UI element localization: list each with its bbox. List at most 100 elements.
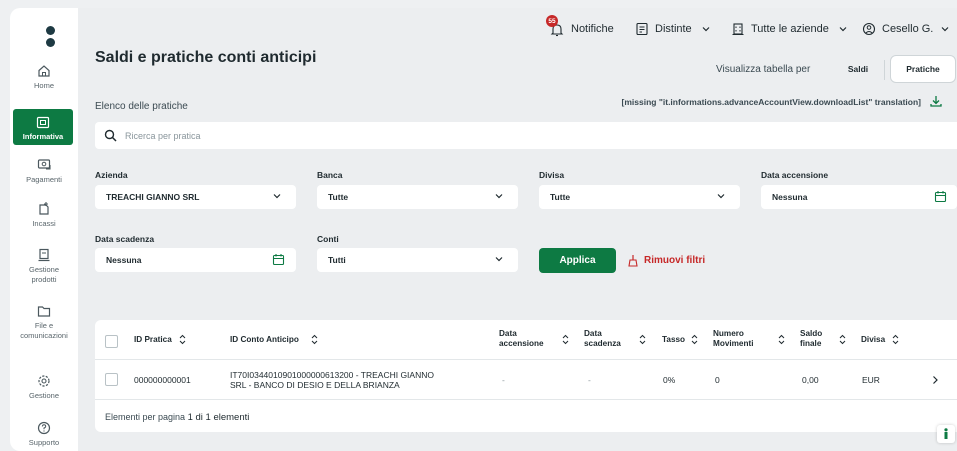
- document-list-icon: [636, 22, 648, 36]
- notifications-button[interactable]: Notifiche: [549, 20, 614, 38]
- sort-icon[interactable]: [639, 334, 646, 345]
- sort-icon[interactable]: [562, 334, 569, 345]
- sidebar-item-label: Gestione prodotti: [28, 265, 60, 284]
- sidebar-item-home[interactable]: Home: [10, 64, 78, 90]
- sort-icon[interactable]: [691, 334, 698, 345]
- user-menu[interactable]: Cesello G.: [862, 20, 956, 38]
- column-header-line: Numero: [713, 329, 744, 338]
- download-icon[interactable]: [929, 94, 943, 108]
- column-header-tasso[interactable]: Tasso: [662, 335, 685, 345]
- calendar-icon[interactable]: [272, 253, 285, 266]
- filter-conti-value: Tutti: [328, 255, 346, 265]
- sidebar-item-informativa[interactable]: Informativa: [13, 109, 73, 145]
- chevron-right-icon[interactable]: [931, 375, 939, 385]
- column-header-line: Saldo: [800, 329, 823, 338]
- sidebar-item-gestione[interactable]: Gestione: [10, 374, 78, 400]
- collections-icon: [39, 202, 49, 215]
- chevron-down-icon: [839, 27, 847, 32]
- help-icon: [37, 421, 51, 435]
- monitor-icon: [36, 116, 50, 129]
- distinte-dropdown[interactable]: Distinte: [635, 20, 717, 38]
- user-icon: [862, 22, 876, 36]
- page-title: Saldi e pratiche conti anticipi: [95, 49, 317, 66]
- column-header-data-scadenza[interactable]: Data scadenza: [584, 329, 621, 349]
- sidebar-item-label: Incassi: [32, 219, 56, 228]
- filter-divisa-value: Tutte: [550, 192, 571, 202]
- filter-data-accensione-label: Data accensione: [761, 170, 829, 180]
- chevron-down-icon: [702, 27, 710, 32]
- filter-divisa-label: Divisa: [539, 170, 565, 180]
- sidebar-item-incassi[interactable]: Incassi: [10, 201, 78, 228]
- sidebar-item-file-comunicazioni[interactable]: File e comunicazioni: [10, 305, 78, 341]
- cell-line: IT70I0344010901000000613200 - TREACHI GI…: [230, 370, 434, 380]
- filter-conti-select[interactable]: Tutti: [317, 248, 518, 272]
- cell-divisa: EUR: [862, 375, 880, 385]
- sidebar-item-gestione-prodotti[interactable]: Gestione prodotti: [10, 248, 78, 285]
- calendar-icon[interactable]: [934, 190, 947, 203]
- gear-icon: [38, 375, 50, 387]
- cell-movimenti: 0: [715, 375, 720, 385]
- cell-tasso: 0%: [663, 375, 676, 385]
- remove-filters-label: Rimuovi filtri: [644, 255, 706, 266]
- pratiche-table: ID Pratica ID Conto Anticipo Data accens…: [95, 320, 957, 432]
- column-header-line: finale: [800, 339, 822, 348]
- notifications-label: Notifiche: [571, 23, 614, 35]
- sidebar-item-pagamenti[interactable]: Pagamenti: [10, 158, 78, 184]
- view-option-pratiche[interactable]: Pratiche: [890, 55, 956, 83]
- filter-data-accensione-input[interactable]: Nessuna: [761, 185, 957, 209]
- cell-saldo: 0,00: [802, 375, 819, 385]
- broom-icon: [628, 255, 638, 267]
- app-logo: [43, 26, 59, 50]
- sidebar-item-label: Gestione: [28, 391, 60, 400]
- cell-data-scadenza: -: [588, 375, 591, 385]
- column-header-id-conto[interactable]: ID Conto Anticipo: [230, 335, 299, 345]
- column-header-saldo-finale[interactable]: Saldo finale: [800, 329, 822, 349]
- remove-filters-button[interactable]: Rimuovi filtri: [628, 254, 705, 267]
- filter-banca-value: Tutte: [328, 192, 349, 202]
- filter-data-scadenza-label: Data scadenza: [95, 234, 155, 244]
- search-bar[interactable]: Ricerca per pratica: [95, 122, 957, 149]
- filter-banca-select[interactable]: Tutte: [317, 185, 518, 209]
- sort-icon[interactable]: [311, 334, 318, 345]
- filter-data-scadenza-input[interactable]: Nessuna: [95, 248, 296, 272]
- cell-data-accensione: -: [502, 375, 505, 385]
- sidebar-item-label: Informativa: [22, 132, 64, 141]
- chevron-down-icon: [495, 194, 503, 199]
- sidebar-item-label: Supporto: [28, 438, 60, 447]
- column-header-divisa[interactable]: Divisa: [861, 335, 885, 345]
- column-header-numero-movimenti[interactable]: Numero Movimenti: [713, 329, 754, 349]
- feedback-button[interactable]: [937, 425, 955, 443]
- sidebar-item-label: Home: [33, 81, 54, 90]
- filter-banca-label: Banca: [317, 170, 343, 180]
- filter-data-scadenza-value: Nessuna: [106, 255, 142, 265]
- aziende-label: Tutte le aziende: [751, 23, 829, 35]
- filter-divisa-select[interactable]: Tutte: [539, 185, 740, 209]
- aziende-dropdown[interactable]: Tutte le aziende: [731, 20, 854, 38]
- filter-azienda-select[interactable]: TREACHI GIANNO SRL: [95, 185, 296, 209]
- chevron-down-icon: [495, 257, 503, 262]
- info-icon: [944, 428, 948, 439]
- cell-id-pratica: 000000000001: [134, 375, 191, 385]
- payments-icon: [37, 159, 51, 170]
- folder-icon: [37, 306, 51, 317]
- column-header-data-accensione[interactable]: Data accensione: [499, 329, 544, 349]
- list-title: Elenco delle pratiche: [95, 101, 188, 112]
- sidebar-item-supporto[interactable]: Supporto: [10, 421, 78, 447]
- select-all-checkbox[interactable]: [105, 335, 118, 348]
- pagination-footer: Elementi per pagina 1 di 1 elementi: [105, 412, 249, 423]
- sort-icon[interactable]: [179, 334, 186, 345]
- download-list-link[interactable]: [missing "it.informations.advanceAccount…: [622, 97, 921, 107]
- chevron-down-icon: [941, 27, 949, 32]
- apply-filters-button[interactable]: Applica: [539, 248, 616, 273]
- column-header-line: Movimenti: [713, 339, 754, 348]
- row-checkbox[interactable]: [105, 373, 118, 386]
- filter-azienda-label: Azienda: [95, 170, 128, 180]
- sort-icon[interactable]: [778, 334, 785, 345]
- sort-icon[interactable]: [839, 334, 846, 345]
- sort-icon[interactable]: [892, 334, 899, 345]
- view-toggle-label: Visualizza tabella per: [716, 64, 811, 75]
- search-icon: [104, 129, 117, 142]
- building-icon: [732, 23, 744, 35]
- column-header-id-pratica[interactable]: ID Pratica: [134, 335, 172, 345]
- view-option-saldi[interactable]: Saldi: [836, 55, 880, 83]
